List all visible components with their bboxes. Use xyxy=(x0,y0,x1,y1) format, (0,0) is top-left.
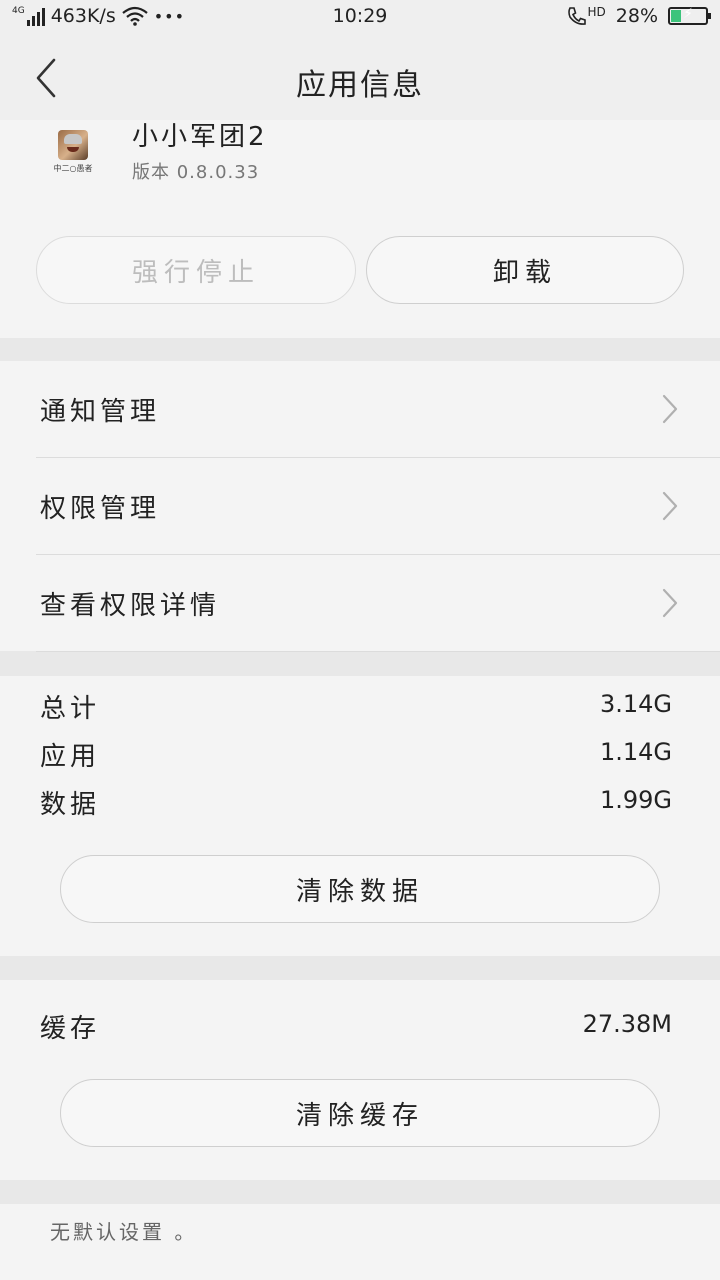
chevron-right-icon xyxy=(662,588,678,618)
storage-label: 总计 xyxy=(40,694,101,724)
menu-item-notification-management[interactable]: 通知管理 xyxy=(0,361,720,457)
status-bar: 4G 463K/s ••• 10:29 HD 28% ⚡ xyxy=(0,0,720,36)
storage-value: 1.99G xyxy=(599,786,672,814)
menu-item-label: 查看权限详情 xyxy=(40,591,221,621)
menu-item-permission-management[interactable]: 权限管理 xyxy=(0,458,720,554)
charging-bolt-icon: ⚡ xyxy=(683,6,693,22)
storage-value: 1.14G xyxy=(599,738,672,766)
hd-label: HD xyxy=(587,5,606,19)
hd-call-icon: HD xyxy=(566,5,606,27)
battery-icon: ⚡ xyxy=(668,6,711,25)
nav-bar: 应用信息 xyxy=(0,36,720,120)
chevron-right-icon xyxy=(662,394,678,424)
app-icon-caption: 中二○愚者 xyxy=(53,164,93,173)
storage-value: 3.14G xyxy=(599,690,672,718)
defaults-note: 无默认设置 。 xyxy=(50,1220,198,1244)
storage-label: 应用 xyxy=(40,742,101,772)
storage-label: 数据 xyxy=(40,790,101,820)
cache-row: 缓存 27.38M xyxy=(0,1008,720,1048)
divider xyxy=(36,651,720,652)
clear-data-button[interactable]: 清除数据 xyxy=(60,855,660,923)
app-header-panel xyxy=(0,120,720,338)
battery-percent: 28% xyxy=(615,5,658,27)
chevron-right-icon xyxy=(662,491,678,521)
menu-item-permission-details[interactable]: 查看权限详情 xyxy=(0,555,720,651)
status-right: HD 28% ⚡ xyxy=(566,5,711,27)
menu-item-label: 通知管理 xyxy=(40,397,161,427)
storage-row-app: 应用 1.14G xyxy=(0,736,720,776)
cache-label: 缓存 xyxy=(40,1014,101,1044)
storage-row-total: 总计 3.14G xyxy=(0,688,720,728)
menu-item-label: 权限管理 xyxy=(40,494,161,524)
app-version: 版本 0.8.0.33 xyxy=(132,162,260,183)
phone-icon xyxy=(567,7,586,25)
storage-row-data: 数据 1.99G xyxy=(0,784,720,824)
uninstall-button[interactable]: 卸载 xyxy=(366,236,684,304)
app-name: 小小军团2 xyxy=(132,122,268,152)
app-icon-image xyxy=(58,130,88,160)
clear-cache-button[interactable]: 清除缓存 xyxy=(60,1079,660,1147)
cache-value: 27.38M xyxy=(582,1010,672,1038)
app-icon: 中二○愚者 xyxy=(50,130,96,180)
force-stop-button[interactable]: 强行停止 xyxy=(36,236,356,304)
page-title: 应用信息 xyxy=(296,68,424,103)
